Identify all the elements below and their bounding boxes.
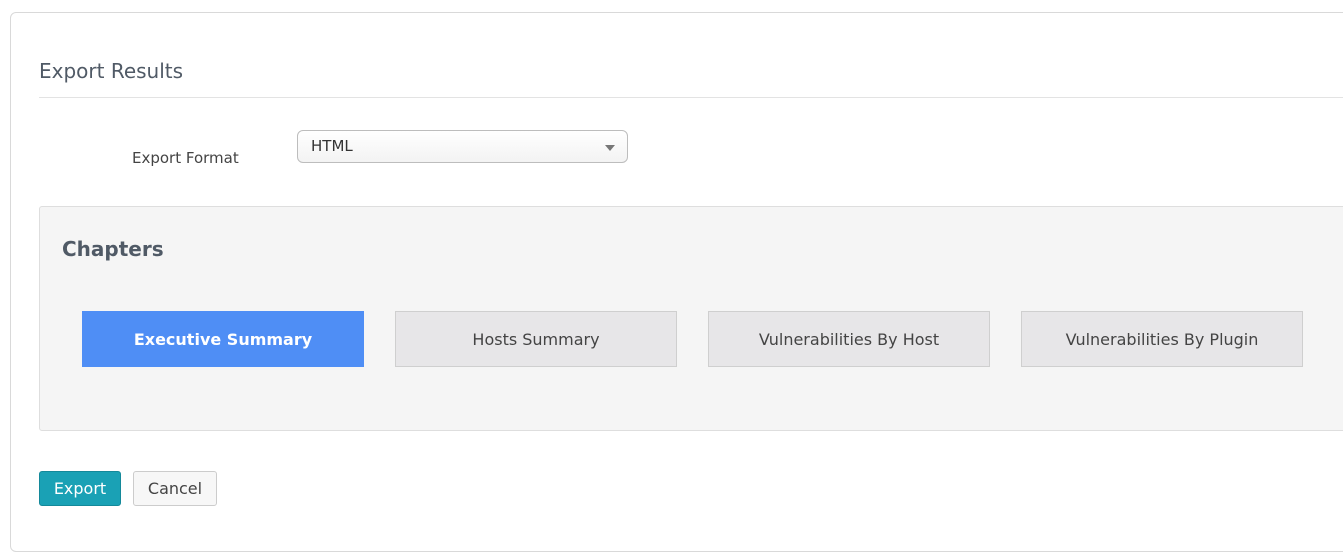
chapter-executive-summary[interactable]: Executive Summary — [82, 311, 364, 367]
caret-down-icon — [605, 145, 615, 151]
chapters-section: Chapters Executive Summary Hosts Summary… — [39, 206, 1343, 431]
chapter-vulnerabilities-by-plugin[interactable]: Vulnerabilities By Plugin — [1021, 311, 1303, 367]
export-format-value: HTML — [311, 137, 353, 155]
cancel-button[interactable]: Cancel — [133, 471, 217, 506]
chapter-vulnerabilities-by-host[interactable]: Vulnerabilities By Host — [708, 311, 990, 367]
chapter-hosts-summary[interactable]: Hosts Summary — [395, 311, 677, 367]
export-format-select[interactable]: HTML — [297, 130, 628, 163]
export-button[interactable]: Export — [39, 471, 121, 506]
chapters-title: Chapters — [62, 237, 164, 261]
export-results-panel: Export Results Export Format HTML Chapte… — [10, 12, 1343, 552]
title-divider — [39, 97, 1343, 98]
export-format-label: Export Format — [132, 149, 239, 167]
dialog-title: Export Results — [39, 59, 184, 83]
